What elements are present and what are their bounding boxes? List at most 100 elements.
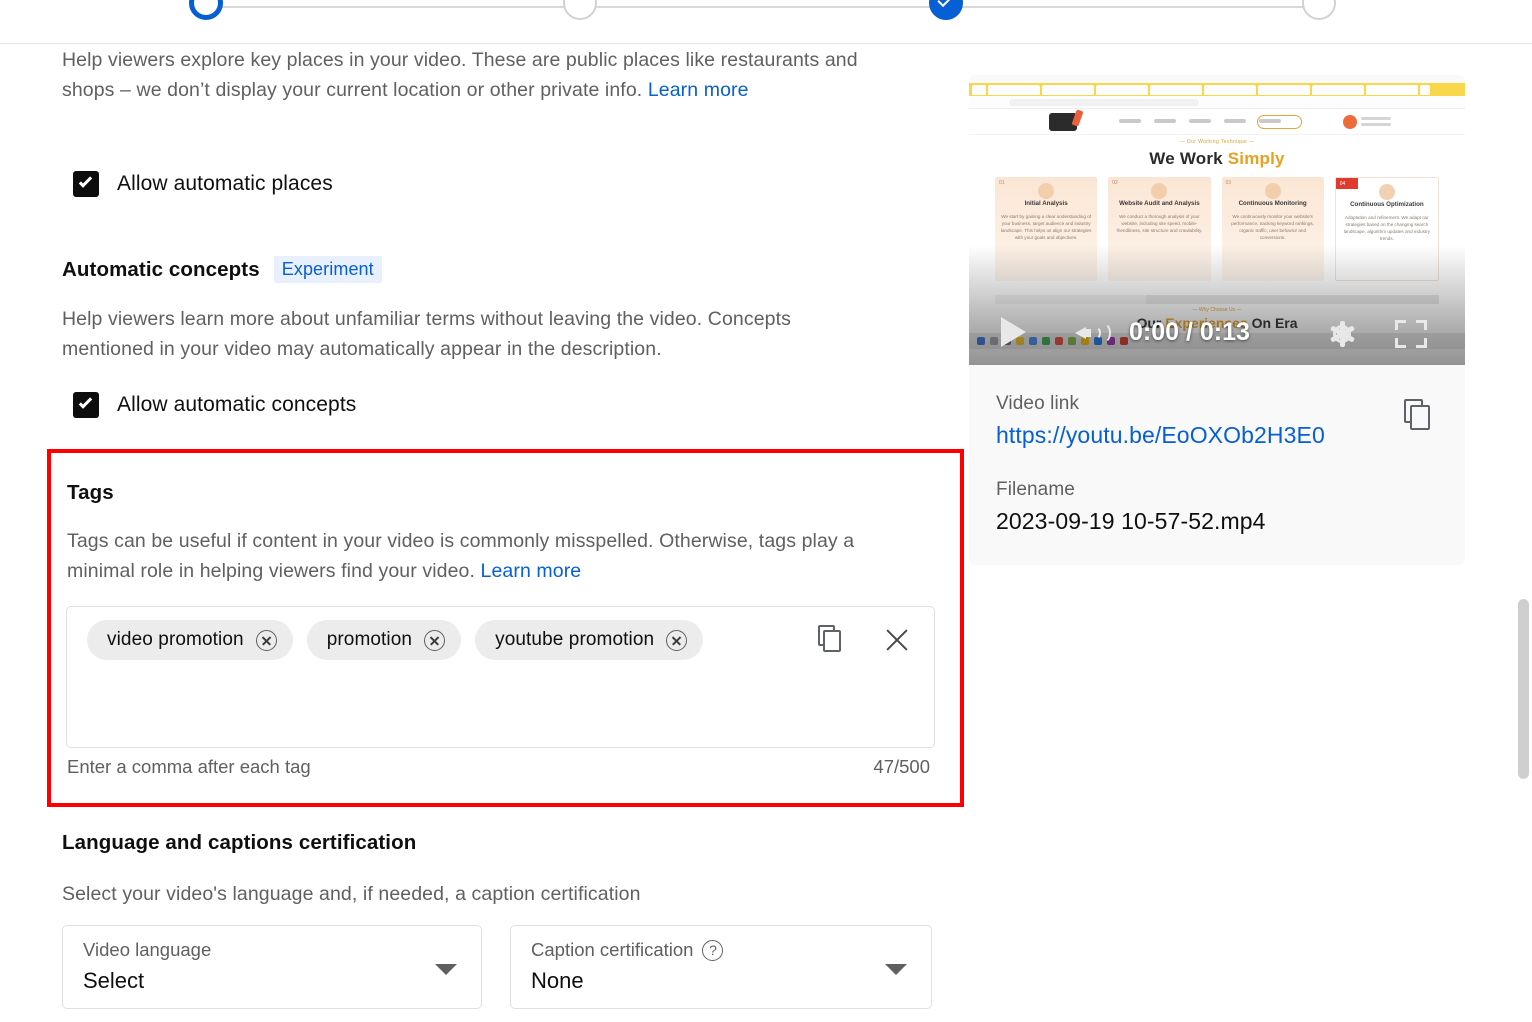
allow-automatic-places-label: Allow automatic places: [117, 172, 333, 195]
thumbnail-card-icon: [1264, 183, 1281, 199]
mock-site-header: [969, 109, 1465, 135]
thumbnail-card-title: Continuous Monitoring: [1238, 200, 1307, 207]
thumbnail-card-number: 02: [1112, 180, 1118, 186]
remove-tag-icon[interactable]: [255, 629, 277, 651]
automatic-concepts-description: Help viewers learn more about unfamiliar…: [62, 308, 791, 360]
video-link-url[interactable]: https://youtu.be/EoOXOb2H3E0: [996, 422, 1325, 449]
thumbnail-card-icon: [1151, 183, 1168, 199]
allow-automatic-places-checkbox[interactable]: [73, 171, 99, 197]
copy-icon-front: [823, 630, 841, 652]
filename-label: Filename: [996, 479, 1075, 500]
tag-chip[interactable]: youtube promotion: [475, 620, 704, 660]
chevron-down-icon[interactable]: [885, 964, 907, 975]
stepper-step-checks[interactable]: [929, 0, 963, 20]
tags-field-actions: [818, 625, 912, 655]
language-section-description: Select your video's language and, if nee…: [62, 883, 641, 905]
tags-description: Tags can be useful if content in your vi…: [67, 526, 912, 586]
remove-tag-icon[interactable]: [666, 629, 688, 651]
mock-logo: [1049, 113, 1077, 131]
tag-chip-list: video promotion promotion youtube promot…: [87, 620, 767, 660]
thumbnail-heading-part1: We Work: [1149, 149, 1228, 168]
chevron-down-icon[interactable]: [435, 964, 457, 975]
copy-tags-icon[interactable]: [818, 625, 848, 655]
caption-certification-select[interactable]: Caption certification ? None: [510, 925, 932, 1009]
stepper-step-details[interactable]: [189, 0, 223, 20]
page-scrollbar-thumb[interactable]: [1518, 599, 1529, 779]
mock-browser-urlbar: [969, 96, 1465, 109]
tag-chip-label: video promotion: [107, 629, 244, 650]
thumbnail-card-number: 04: [1339, 181, 1346, 187]
thumbnail-card-number: 01: [999, 180, 1005, 186]
mock-cta-button: [1257, 115, 1302, 129]
caption-certification-label: Caption certification ?: [531, 939, 724, 961]
tags-section-highlight: Tags Tags can be useful if content in yo…: [47, 449, 964, 807]
video-player[interactable]: — Our Working Technique — We Work Simply…: [969, 83, 1465, 365]
thumbnail-heading: We Work Simply: [969, 149, 1465, 169]
stepper-step-video-elements[interactable]: [563, 0, 597, 20]
allow-automatic-concepts-checkbox[interactable]: [73, 392, 99, 418]
video-details-page: Help viewers explore key places in your …: [0, 0, 1532, 1022]
details-form: Help viewers explore key places in your …: [0, 44, 964, 1022]
tags-learn-more-link[interactable]: Learn more: [481, 560, 582, 582]
remove-tag-icon[interactable]: [424, 629, 446, 651]
thumbnail-card-icon: [1038, 183, 1055, 199]
help-icon[interactable]: ?: [702, 939, 724, 961]
thumbnail-card-title: Website Audit and Analysis: [1119, 200, 1200, 207]
allow-automatic-places-checkbox-row[interactable]: Allow automatic places: [73, 171, 333, 197]
tags-input-field[interactable]: video promotion promotion youtube promot…: [66, 606, 935, 748]
mock-avatar: [1343, 115, 1357, 129]
settings-gear-icon[interactable]: [1327, 319, 1357, 349]
caption-certification-label-text: Caption certification: [531, 939, 694, 960]
tag-chip-label: promotion: [326, 629, 413, 650]
filename-value: 2023-09-19 10-57-52.mp4: [996, 508, 1266, 534]
thumbnail-card-icon: [1378, 184, 1395, 200]
tags-description-text: Tags can be useful if content in your vi…: [67, 530, 855, 582]
automatic-places-description: Help viewers explore key places in your …: [62, 45, 914, 105]
stepper-line: [206, 6, 1316, 8]
allow-automatic-concepts-checkbox-row[interactable]: Allow automatic concepts: [73, 392, 356, 418]
thumbnail-card-body: Adaptation and refinement. We adapt our …: [1343, 215, 1431, 241]
checkmark-icon: [78, 395, 93, 409]
tag-chip[interactable]: promotion: [306, 620, 462, 660]
copy-icon-front: [1410, 405, 1430, 430]
video-link-label: Video link: [996, 393, 1080, 414]
thumbnail-eyebrow: — Our Working Technique —: [1179, 139, 1255, 145]
thumbnail-card-title: Continuous Optimization: [1350, 201, 1424, 208]
video-language-label: Video language: [83, 939, 212, 960]
fullscreen-icon[interactable]: [1395, 320, 1427, 348]
check-icon: [937, 0, 954, 8]
tag-chip[interactable]: video promotion: [87, 620, 293, 660]
video-language-value: Select: [83, 968, 145, 993]
video-language-select[interactable]: Video language Select: [62, 925, 482, 1009]
thumbnail-card-number: 03: [1225, 180, 1232, 186]
automatic-concepts-title: Automatic concepts: [62, 257, 260, 281]
page-scrollbar-track[interactable]: [1515, 44, 1532, 1022]
checkmark-icon: [78, 174, 93, 188]
tags-character-counter: 47/500: [873, 756, 930, 777]
copy-video-link-icon[interactable]: [1404, 399, 1436, 433]
video-timestamp: 0:00 / 0:13: [1129, 318, 1250, 346]
volume-icon[interactable]: [1075, 319, 1111, 347]
tags-hint: Enter a comma after each tag: [67, 756, 311, 777]
places-learn-more-link[interactable]: Learn more: [648, 79, 749, 101]
upload-stepper: [0, 0, 1532, 44]
language-section-title: Language and captions certification: [62, 831, 417, 854]
thumbnail-heading-part2: Simply: [1227, 149, 1285, 168]
video-controls: 0:00 / 0:13: [969, 311, 1465, 357]
tags-title: Tags: [67, 481, 114, 504]
tag-chip-label: youtube promotion: [495, 629, 655, 650]
filename-group: Filename 2023-09-19 10-57-52.mp4: [996, 479, 1265, 534]
thumbnail-card-title: Initial Analysis: [1024, 200, 1068, 207]
experiment-badge: Experiment: [273, 256, 382, 283]
thumbnail-card-body: We continuously monitor your website's p…: [1231, 214, 1314, 240]
caption-certification-value: None: [531, 968, 584, 993]
stepper-step-visibility[interactable]: [1302, 0, 1336, 20]
thumbnail-card-body: We start by gaining a clear understandin…: [1000, 214, 1092, 240]
mock-account-lines: [1361, 117, 1391, 129]
thumbnail-card-body: We conduct a thorough analysis of your w…: [1116, 214, 1203, 233]
clear-tags-icon[interactable]: [882, 625, 912, 655]
play-icon[interactable]: [1001, 317, 1026, 347]
video-preview-panel: — Our Working Technique — We Work Simply…: [969, 75, 1465, 565]
video-link-group: Video link https://youtu.be/EoOXOb2H3E0: [996, 393, 1325, 448]
allow-automatic-concepts-label: Allow automatic concepts: [117, 393, 357, 416]
